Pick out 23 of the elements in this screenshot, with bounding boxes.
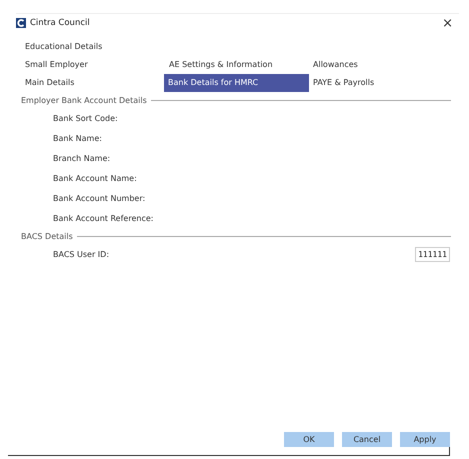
dialog-button[interactable]: Cancel [342, 432, 392, 447]
tab[interactable]: Educational Details [21, 38, 165, 56]
dialog-button[interactable]: Apply [400, 432, 450, 447]
tab[interactable]: Main Details [21, 74, 165, 92]
dialog-button[interactable]: OK [284, 432, 334, 447]
section-heading: Employer Bank Account Details [21, 96, 147, 104]
field-label: Bank Account Reference: [53, 214, 154, 222]
tab[interactable]: PAYE & Payrolls [309, 74, 453, 92]
input-field[interactable]: 111111 [415, 246, 450, 262]
field-label: Bank Account Name: [53, 174, 137, 182]
field-label: Branch Name: [53, 154, 110, 162]
field-label: BACS User ID: [53, 250, 110, 258]
tab[interactable]: Allowances [309, 56, 453, 74]
tab[interactable]: Small Employer [21, 56, 165, 74]
tab[interactable]: Bank Details for HMRC [164, 74, 309, 92]
field-label: Bank Sort Code: [53, 114, 118, 122]
app-logo-icon [16, 18, 26, 28]
field-label: Bank Account Number: [53, 194, 146, 202]
field-label: Bank Name: [53, 134, 102, 142]
tab[interactable]: AE Settings & Information [165, 56, 309, 74]
window-title: Cintra Council [30, 18, 90, 28]
close-button[interactable]: × [442, 16, 453, 30]
section-heading: BACS Details [21, 232, 73, 240]
